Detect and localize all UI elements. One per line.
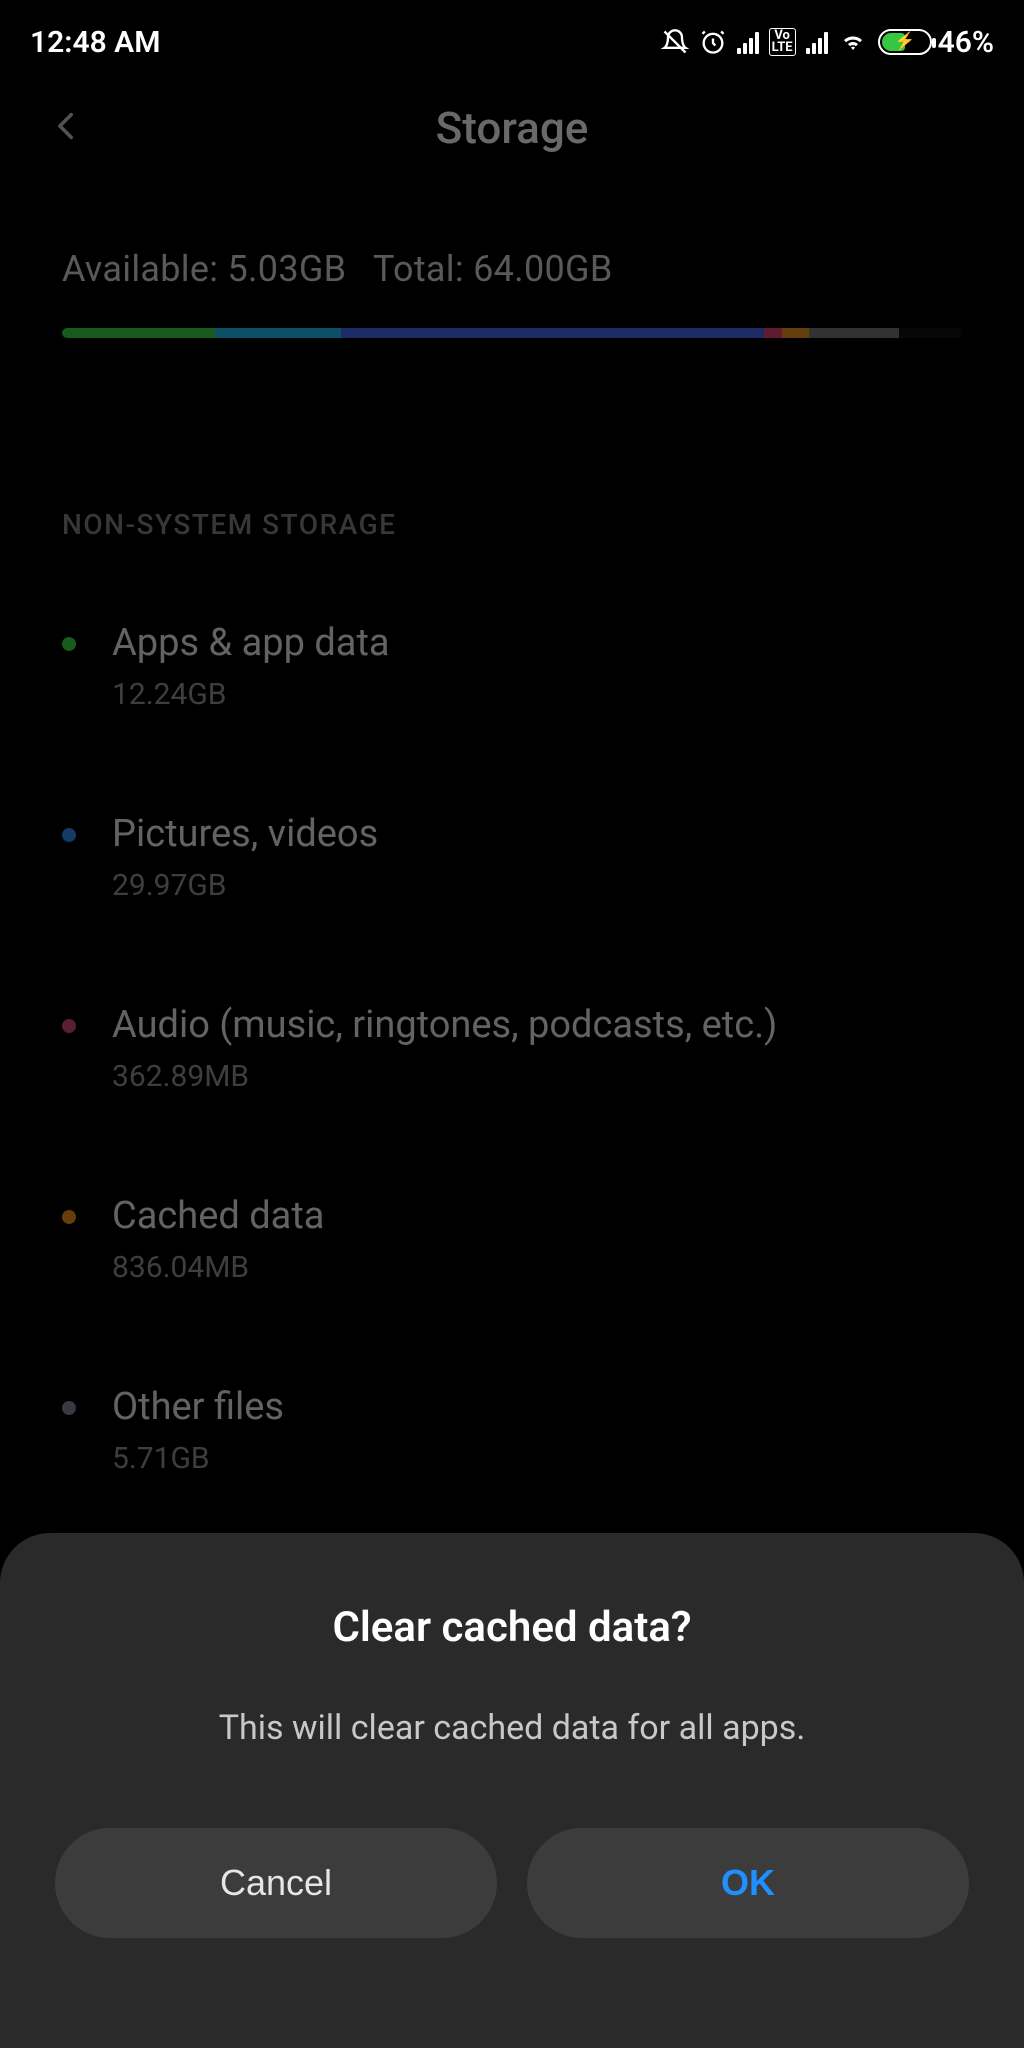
volte-icon: VoLTE [769,28,796,55]
category-color-dot [62,637,76,651]
storage-bar-segment [215,328,341,338]
storage-bar-segment [782,328,809,338]
storage-category-item[interactable]: Other files 5.71GB [62,1335,962,1526]
clear-cache-dialog: Clear cached data? This will clear cache… [0,1533,1024,2048]
alarm-icon [699,28,727,56]
storage-category-item[interactable]: Cached data 836.04MB [62,1144,962,1335]
storage-category-item[interactable]: Audio (music, ringtones, podcasts, etc.)… [62,953,962,1144]
notifications-off-icon [661,28,689,56]
signal-icon-2 [806,30,828,54]
ok-button[interactable]: OK [527,1828,969,1938]
section-header-non-system-storage: NON-SYSTEM STORAGE [0,338,1024,571]
battery-icon: ⚡ [878,29,932,55]
dialog-message: This will clear cached data for all apps… [55,1708,969,1748]
storage-usage-bar [62,328,962,338]
wifi-icon [838,30,868,54]
storage-summary: Available: 5.03GB Total: 64.00GB [0,188,1024,338]
category-title: Cached data [112,1194,324,1238]
storage-bar-segment [764,328,782,338]
storage-category-list: Apps & app data 12.24GB Pictures, videos 29… [0,571,1024,1526]
category-color-dot [62,1019,76,1033]
cancel-button[interactable]: Cancel [55,1828,497,1938]
signal-icon [737,30,759,54]
battery-percentage: 46% [938,25,994,60]
category-color-dot [62,1210,76,1224]
storage-category-item[interactable]: Pictures, videos 29.97GB [62,762,962,953]
back-button[interactable] [50,104,84,152]
storage-summary-text: Available: 5.03GB Total: 64.00GB [62,248,962,290]
category-size: 362.89MB [112,1059,777,1094]
category-size: 29.97GB [112,868,378,903]
category-size: 836.04MB [112,1250,324,1285]
dialog-title: Clear cached data? [55,1603,969,1652]
category-color-dot [62,828,76,842]
page-title: Storage [436,102,589,154]
category-color-dot [62,1401,76,1415]
storage-bar-segment [899,328,962,338]
storage-bar-segment [62,328,215,338]
category-size: 5.71GB [112,1441,284,1476]
storage-bar-segment [341,328,764,338]
status-bar: 12:48 AM VoLTE ⚡ 46% [0,0,1024,68]
status-time: 12:48 AM [30,25,160,60]
chevron-left-icon [50,104,84,148]
status-icons: VoLTE ⚡ 46% [661,25,994,60]
page-header: Storage [0,68,1024,188]
storage-category-item[interactable]: Apps & app data 12.24GB [62,571,962,762]
storage-bar-segment [809,328,899,338]
category-size: 12.24GB [112,677,390,712]
category-title: Apps & app data [112,621,390,665]
category-title: Pictures, videos [112,812,378,856]
category-title: Audio (music, ringtones, podcasts, etc.) [112,1003,777,1047]
category-title: Other files [112,1385,284,1429]
